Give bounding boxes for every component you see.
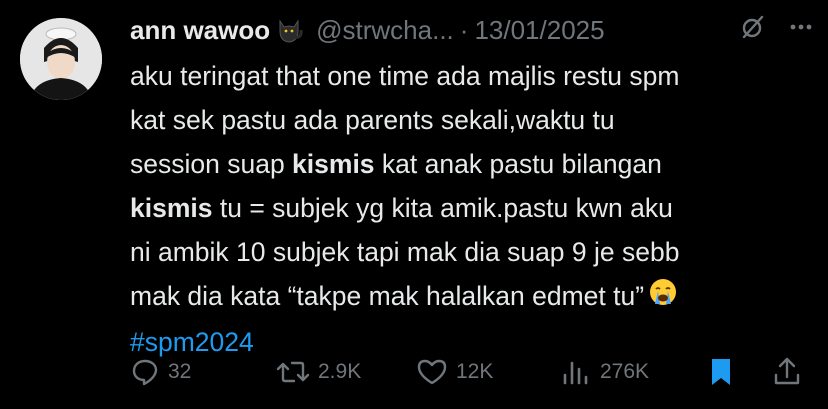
crying-emoji-icon bbox=[648, 276, 678, 320]
grok-icon[interactable] bbox=[740, 14, 766, 47]
repost-button[interactable]: 2.9K bbox=[276, 352, 361, 392]
header-icons bbox=[740, 14, 814, 47]
tweet-text-span: kat anak pastu bilangan bbox=[374, 149, 662, 179]
tweet-text-span: mak dia kata “takpe mak halalkan edmet t… bbox=[130, 281, 645, 311]
separator-dot: · bbox=[459, 14, 469, 45]
bold-keyword: kismis bbox=[130, 193, 213, 223]
tweet-text-span: session suap bbox=[130, 149, 293, 179]
tweet-header: ann wawoo @strwcha... · 13/01/2025 bbox=[130, 10, 814, 50]
bookmark-icon bbox=[712, 359, 730, 385]
like-count: 12K bbox=[456, 360, 494, 383]
tweet-line-3: session suap kismis kat anak pastu bilan… bbox=[130, 142, 810, 186]
reply-icon bbox=[132, 359, 158, 386]
repost-count: 2.9K bbox=[318, 360, 362, 383]
share-icon bbox=[774, 357, 800, 385]
bold-keyword: kismis bbox=[292, 149, 375, 179]
like-icon bbox=[417, 359, 447, 385]
tweet-line-5: ni ambik 10 subjek tapi mak dia suap 9 j… bbox=[130, 237, 680, 267]
repost-icon bbox=[276, 361, 310, 383]
reply-button[interactable]: 32 bbox=[130, 352, 191, 392]
tweet-date[interactable]: 13/01/2025 bbox=[474, 15, 604, 46]
more-icon[interactable] bbox=[788, 14, 814, 47]
action-bar: 32 2.9K 12K 276K bbox=[130, 352, 810, 392]
tweet-line-6: mak dia kata “takpe mak halalkan edmet t… bbox=[130, 274, 810, 320]
author-handle[interactable]: @strwcha... bbox=[316, 15, 454, 46]
views-icon bbox=[563, 361, 588, 385]
cat-emoji-icon bbox=[274, 15, 304, 45]
bookmark-button[interactable] bbox=[706, 352, 736, 392]
tweet-line-2: kat sek pastu ada parents sekali,waktu t… bbox=[130, 105, 615, 135]
author-name[interactable]: ann wawoo bbox=[130, 15, 270, 46]
reply-count: 32 bbox=[168, 360, 192, 383]
tweet-text: aku teringat that one time ada majlis re… bbox=[130, 54, 810, 364]
tweet-line-1: aku teringat that one time ada majlis re… bbox=[130, 61, 680, 91]
views-button[interactable]: 276K bbox=[560, 352, 649, 392]
tweet-line-4: kismis tu = subjek yg kita amik.pastu kw… bbox=[130, 186, 810, 230]
like-button[interactable]: 12K bbox=[416, 352, 493, 392]
avatar[interactable] bbox=[20, 18, 102, 100]
share-button[interactable] bbox=[772, 352, 802, 392]
views-count: 276K bbox=[600, 360, 650, 383]
tweet-text-span: tu = subjek yg kita amik.pastu kwn aku bbox=[212, 193, 673, 223]
